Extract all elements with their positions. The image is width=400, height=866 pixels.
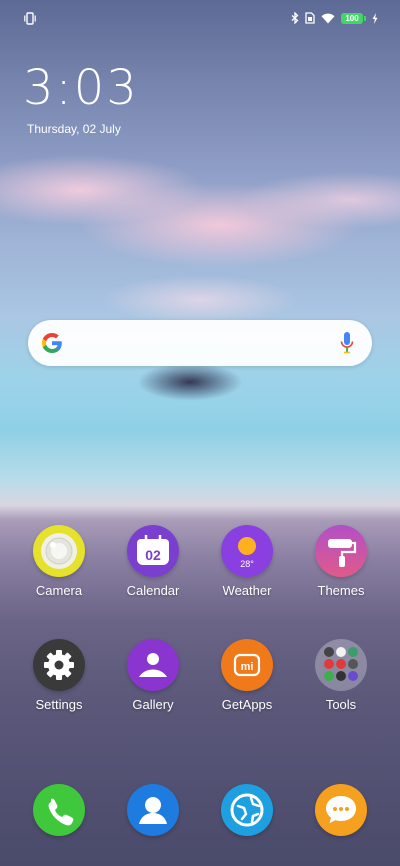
calendar-icon: 02 <box>127 525 179 577</box>
mic-icon[interactable] <box>340 332 354 354</box>
status-bar: 100 <box>0 0 400 36</box>
google-logo <box>42 333 62 353</box>
app-label: Camera <box>35 583 83 598</box>
app-gallery[interactable]: Gallery <box>111 639 195 712</box>
app-label: Settings <box>35 697 83 712</box>
getapps-icon: mi <box>221 639 273 691</box>
app-calendar[interactable]: 02 Calendar <box>111 525 195 598</box>
app-camera[interactable]: Camera <box>17 525 101 598</box>
phone-icon <box>33 784 85 836</box>
calendar-day: 02 <box>145 547 161 563</box>
sim-icon <box>305 12 315 24</box>
app-label: Gallery <box>132 697 174 712</box>
battery-icon: 100 <box>341 12 366 24</box>
dock-browser[interactable] <box>205 784 289 836</box>
app-weather[interactable]: 28° Weather <box>205 525 289 598</box>
weather-icon: 28° <box>221 525 273 577</box>
app-themes[interactable]: Themes <box>299 525 383 598</box>
app-tools-folder[interactable]: Tools <box>299 639 383 712</box>
app-label: GetApps <box>221 697 273 712</box>
clock-time[interactable]: 3:03 <box>23 60 139 116</box>
app-label: Weather <box>222 583 272 598</box>
bluetooth-icon <box>291 12 299 24</box>
charging-icon <box>372 12 378 24</box>
getapps-mark: mi <box>241 661 254 673</box>
wifi-icon <box>321 13 335 23</box>
weather-temp: 28° <box>240 559 254 569</box>
app-label: Themes <box>317 583 365 598</box>
dock-phone[interactable] <box>17 784 101 836</box>
app-settings[interactable]: Settings <box>17 639 101 712</box>
settings-icon <box>33 639 85 691</box>
google-search-bar[interactable] <box>28 320 372 366</box>
clock-date[interactable]: Thursday, 02 July <box>27 122 121 136</box>
app-getapps[interactable]: mi GetApps <box>205 639 289 712</box>
camera-icon <box>33 525 85 577</box>
dock-messaging[interactable] <box>299 784 383 836</box>
battery-level: 100 <box>341 12 363 24</box>
tools-folder-icon <box>315 639 367 691</box>
themes-icon <box>315 525 367 577</box>
app-label: Tools <box>325 697 357 712</box>
gallery-icon <box>127 639 179 691</box>
browser-icon <box>221 784 273 836</box>
contacts-icon <box>127 784 179 836</box>
vibrate-icon <box>24 12 36 25</box>
messaging-icon <box>315 784 367 836</box>
status-icons: 100 <box>291 11 378 25</box>
app-label: Calendar <box>126 583 180 598</box>
dock-contacts[interactable] <box>111 784 195 836</box>
